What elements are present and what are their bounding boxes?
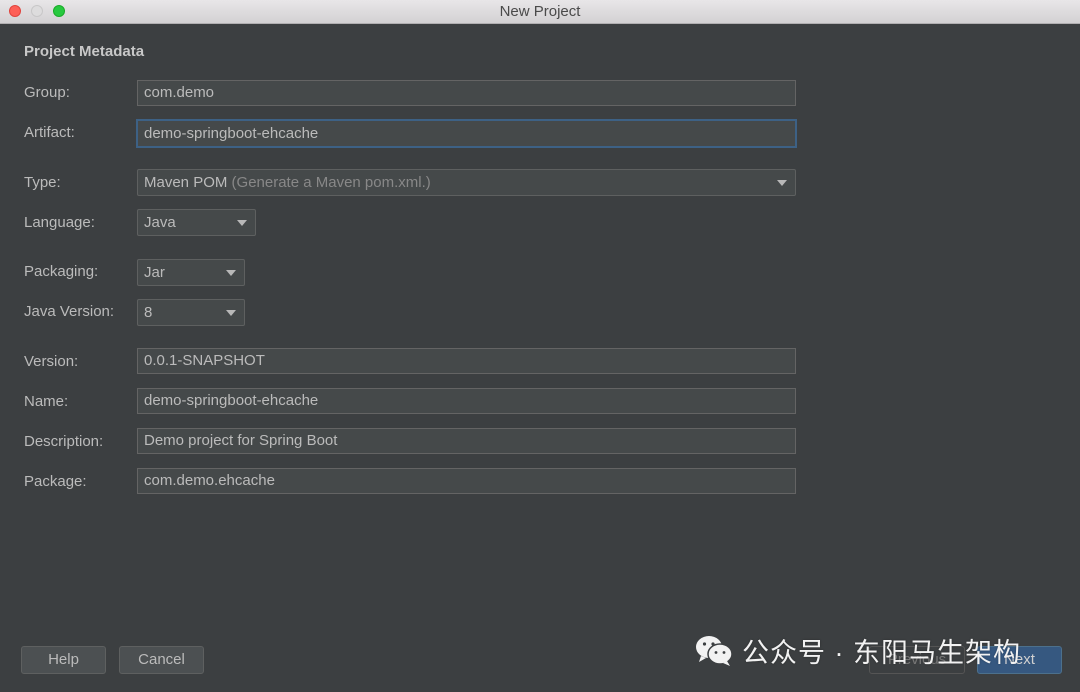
java-version-select[interactable]: 8 <box>137 299 245 326</box>
window-title: New Project <box>499 3 581 20</box>
artifact-field[interactable]: demo-springboot-ehcache <box>136 119 797 148</box>
wechat-icon <box>696 636 733 666</box>
java-version-label: Java Version: <box>24 303 115 320</box>
name-label: Name: <box>24 393 69 410</box>
artifact-label: Artifact: <box>24 124 75 141</box>
watermark: 公众号 · 东阳马生架构 <box>694 632 1021 668</box>
chevron-down-icon <box>237 220 247 226</box>
type-label: Type: <box>24 174 61 191</box>
window-titlebar: New Project <box>0 0 1080 24</box>
type-select[interactable]: Maven POM (Generate a Maven pom.xml.) <box>137 169 796 196</box>
chevron-down-icon <box>777 180 787 186</box>
package-field[interactable]: com.demo.ehcache <box>137 468 796 494</box>
description-label: Description: <box>24 433 104 450</box>
chevron-down-icon <box>226 310 236 316</box>
cancel-button[interactable]: Cancel <box>119 646 204 674</box>
language-select-value: Java <box>144 214 176 231</box>
group-label: Group: <box>24 84 70 101</box>
group-field[interactable]: com.demo <box>137 80 796 106</box>
packaging-label: Packaging: <box>24 263 99 280</box>
package-label: Package: <box>24 473 87 490</box>
language-label: Language: <box>24 214 95 231</box>
version-field[interactable]: 0.0.1-SNAPSHOT <box>137 348 796 374</box>
name-field[interactable]: demo-springboot-ehcache <box>137 388 796 414</box>
description-field[interactable]: Demo project for Spring Boot <box>137 428 796 454</box>
language-select[interactable]: Java <box>137 209 256 236</box>
type-select-hint: (Generate a Maven pom.xml.) <box>231 174 431 191</box>
packaging-select-value: Jar <box>144 264 165 281</box>
watermark-text: 公众号 · 东阳马生架构 <box>742 637 1021 668</box>
chevron-down-icon <box>226 270 236 276</box>
type-select-value: Maven POM <box>144 174 228 191</box>
version-label: Version: <box>24 353 79 370</box>
java-version-select-value: 8 <box>144 304 153 321</box>
help-button[interactable]: Help <box>21 646 106 674</box>
packaging-select[interactable]: Jar <box>137 259 245 286</box>
section-title: Project Metadata <box>24 43 145 60</box>
